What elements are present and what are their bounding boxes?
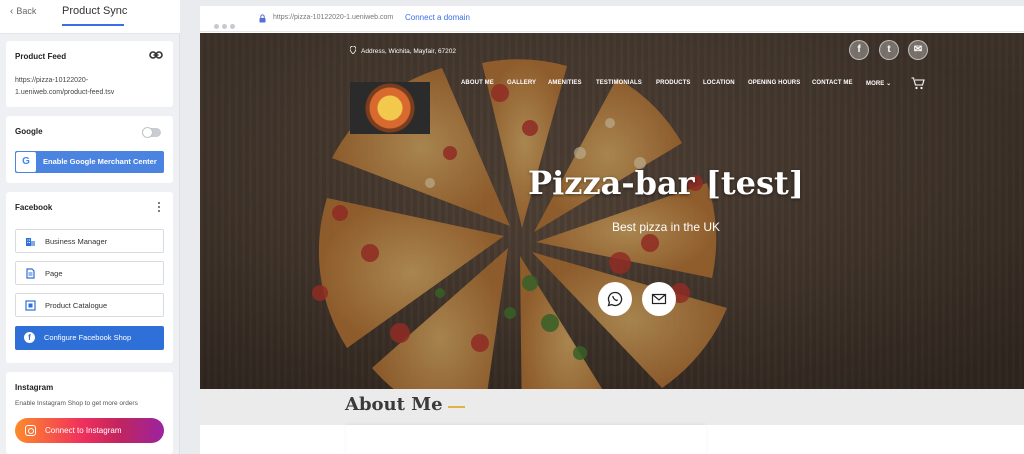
mail-social-icon[interactable]: ✉ <box>908 40 928 60</box>
about-section-band <box>200 389 1024 425</box>
about-heading: About Me <box>345 394 443 415</box>
google-logo-icon: G <box>16 152 36 172</box>
cart-icon[interactable] <box>911 77 925 90</box>
product-feed-title: Product Feed <box>15 52 67 61</box>
hero-overlay <box>200 33 1024 389</box>
page-label: Page <box>45 269 63 278</box>
nav-testimonials[interactable]: TESTIMONIALS <box>596 80 642 86</box>
about-heading-accent <box>448 406 465 408</box>
product-feed-url[interactable]: https://pizza-10122020-1.ueniweb.com/pro… <box>15 75 155 99</box>
twitter-social-icon[interactable]: t <box>879 40 899 60</box>
business-manager-button[interactable]: Business Manager <box>15 229 164 253</box>
link-icon[interactable] <box>149 49 163 61</box>
page-button[interactable]: Page <box>15 261 164 285</box>
product-catalogue-label: Product Catalogue <box>45 301 108 310</box>
site-url[interactable]: https://pizza-10122020-1.ueniweb.com <box>273 14 393 21</box>
facebook-card: Facebook Business Manager Page Product C… <box>6 192 173 363</box>
back-button[interactable]: ‹ Back <box>10 6 36 17</box>
more-options-icon[interactable] <box>157 202 161 214</box>
hero-section: Address, Wichita, Mayfair, 67202 f t ✉ A… <box>200 33 1024 389</box>
facebook-title: Facebook <box>15 203 53 212</box>
google-button-label: Enable Google Merchant Center <box>43 157 157 166</box>
site-preview: https://pizza-10122020-1.ueniweb.com Con… <box>200 6 1024 454</box>
mail-icon <box>651 293 667 305</box>
building-icon <box>26 238 35 246</box>
site-logo-image[interactable] <box>350 82 430 134</box>
nav-opening-hours[interactable]: OPENING HOURS <box>748 80 800 86</box>
google-card: Google G Enable Google Merchant Center <box>6 116 173 183</box>
toggle-knob <box>142 127 153 138</box>
connect-instagram-button[interactable]: Connect to Instagram <box>15 418 164 443</box>
active-tab-indicator <box>62 24 124 26</box>
hero-title: Pizza-bar [test] <box>528 164 804 202</box>
product-sync-panel: ‹ Back Product Sync Product Feed https://… <box>0 0 180 454</box>
nav-more[interactable]: MORE ⌄ <box>866 80 891 87</box>
back-label: Back <box>16 6 37 16</box>
page-icon <box>26 268 35 279</box>
location-pin-icon <box>350 46 356 54</box>
catalogue-icon <box>25 300 36 311</box>
nav-about-me[interactable]: ABOUT ME <box>461 80 494 86</box>
chevron-left-icon: ‹ <box>10 6 14 17</box>
instagram-subtitle: Enable Instagram Shop to get more orders <box>15 400 138 407</box>
enable-google-merchant-button[interactable]: G Enable Google Merchant Center <box>15 151 164 173</box>
panel-title: Product Sync <box>62 5 128 17</box>
whatsapp-icon <box>607 291 623 307</box>
panel-header: ‹ Back Product Sync <box>0 0 180 34</box>
hero-subtitle: Best pizza in the UK <box>611 220 721 234</box>
facebook-icon: f <box>24 332 35 343</box>
instagram-title: Instagram <box>15 383 54 392</box>
product-feed-card: Product Feed https://pizza-10122020-1.ue… <box>6 41 173 107</box>
google-toggle[interactable] <box>142 127 161 138</box>
site-address-text: Address, Wichita, Mayfair, 67202 <box>361 48 457 55</box>
connect-domain-link[interactable]: Connect a domain <box>405 13 470 22</box>
google-title: Google <box>15 127 43 136</box>
product-catalogue-button[interactable]: Product Catalogue <box>15 293 164 317</box>
nav-products[interactable]: PRODUCTS <box>656 80 690 86</box>
about-content-card <box>346 425 706 454</box>
instagram-icon <box>25 425 36 436</box>
nav-amenities[interactable]: AMENITIES <box>548 80 582 86</box>
lock-icon <box>259 14 266 23</box>
nav-contact-me[interactable]: CONTACT ME <box>812 80 853 86</box>
nav-location[interactable]: LOCATION <box>703 80 735 86</box>
configure-facebook-shop-label: Configure Facebook Shop <box>44 333 132 342</box>
business-manager-label: Business Manager <box>45 237 108 246</box>
whatsapp-button[interactable] <box>598 282 632 316</box>
site-address: Address, Wichita, Mayfair, 67202 <box>350 46 456 55</box>
browser-url-bar: https://pizza-10122020-1.ueniweb.com Con… <box>200 6 1024 32</box>
instagram-card: Instagram Enable Instagram Shop to get m… <box>6 372 173 454</box>
facebook-social-icon[interactable]: f <box>849 40 869 60</box>
configure-facebook-shop-button[interactable]: f Configure Facebook Shop <box>15 326 164 350</box>
email-button[interactable] <box>642 282 676 316</box>
window-dots <box>214 16 238 34</box>
connect-instagram-label: Connect to Instagram <box>45 426 122 435</box>
nav-gallery[interactable]: GALLERY <box>507 80 536 86</box>
